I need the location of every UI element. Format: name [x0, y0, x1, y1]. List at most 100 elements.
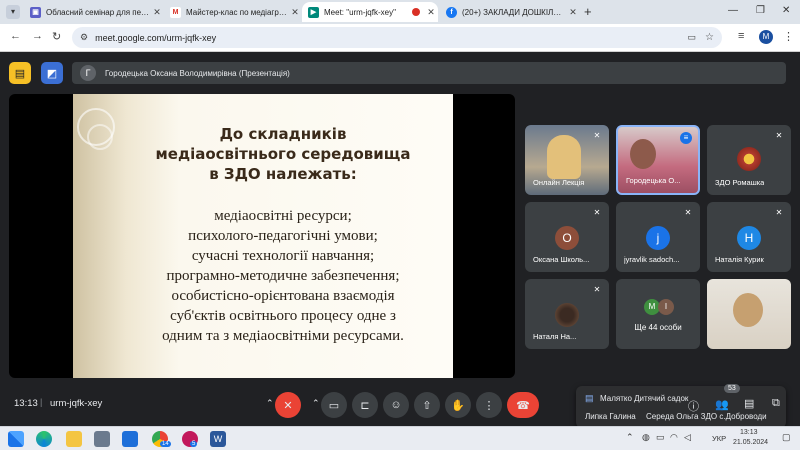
tab-label: (20+) ЗАКЛАДИ ДОШКІЛЬНОЇ	[462, 7, 566, 17]
browser-toolbar: ← → ↻ ⚙ meet.google.com/urm-jqfk-xey ▭ ☆…	[0, 24, 800, 52]
back-icon[interactable]: ←	[10, 30, 21, 42]
participant-tile[interactable]: j ✕ jyravlik sadoch...	[616, 202, 700, 272]
profile-avatar[interactable]: M	[759, 30, 773, 44]
avatar: Г	[80, 65, 96, 81]
wifi-icon[interactable]: ◠	[670, 432, 678, 443]
restore-button[interactable]: ❐	[756, 5, 765, 16]
participant-tile[interactable]: ✕ ЗДО Ромашка	[707, 125, 791, 195]
url-text: meet.google.com/urm-jqfk-xey	[95, 32, 217, 43]
participant-count-badge: 53	[724, 384, 740, 393]
edge-icon[interactable]	[36, 431, 52, 447]
close-icon[interactable]: ✕	[566, 7, 580, 18]
slide-item: психолого-педагогічні умови;	[188, 228, 378, 244]
meeting-code: urm-jqfk-xey	[50, 398, 103, 409]
presenter-bar: Г Городецька Оксана Володимирівна (Презе…	[72, 62, 786, 84]
mic-off-icon: ✕	[593, 208, 601, 217]
divider: |	[40, 397, 43, 407]
minimize-button[interactable]: —	[728, 5, 738, 16]
slide-item: суб'єктів освітнього процесу одне з	[170, 308, 396, 324]
tab-master-class[interactable]: M Майстер-клас по медіаграмотності ✕	[164, 2, 302, 22]
volume-icon[interactable]: ◁	[684, 432, 691, 443]
participant-tile[interactable]: ✕ Наталя На...	[525, 279, 609, 349]
tab-label: Обласний семінар для педагогів	[46, 7, 150, 17]
people-icon[interactable]: 👥	[715, 398, 729, 411]
clock-time[interactable]: 13:13	[740, 429, 758, 436]
site-info-icon[interactable]: ⚙	[80, 32, 88, 43]
language-indicator[interactable]: УКР	[712, 434, 726, 443]
file-explorer-icon[interactable]	[66, 431, 82, 447]
mic-off-icon: ✕	[593, 285, 601, 294]
mic-off-icon: ✕	[775, 131, 783, 140]
presentation-stage[interactable]: До складників медіаосвітнього середовища…	[9, 94, 515, 378]
participant-tile[interactable]: M I Ще 44 особи	[616, 279, 700, 349]
emoji-button[interactable]: ☺	[383, 392, 409, 418]
forward-icon[interactable]: →	[32, 30, 43, 42]
activities-icon[interactable]: ▤	[9, 62, 31, 84]
mic-off-icon: ✕	[775, 208, 783, 217]
bookmark-star-icon[interactable]: ☆	[705, 32, 714, 43]
chevron-up-icon[interactable]: ⌃	[312, 398, 320, 409]
word-icon[interactable]: W	[210, 431, 226, 447]
slide-item: одним та з медіаосвітніми ресурсами.	[162, 328, 404, 344]
presenter-label: Городецька Оксана Володимирівна (Презент…	[105, 68, 290, 78]
avatar: j	[646, 226, 670, 250]
gmail-icon: M	[170, 6, 181, 18]
participant-video	[547, 135, 581, 179]
slide-title-line: медіаосвітнього середовища	[155, 145, 411, 163]
close-icon[interactable]: ✕	[424, 7, 438, 18]
chevron-up-icon[interactable]: ⌃	[266, 398, 274, 409]
slide-title-line: До складників	[219, 125, 347, 143]
teams-icon: ▣	[30, 6, 41, 18]
close-icon[interactable]: ✕	[150, 7, 164, 18]
participant-tile[interactable]	[707, 279, 791, 349]
battery-icon[interactable]: ▭	[656, 432, 665, 443]
cast-icon[interactable]: ▭	[687, 32, 696, 43]
leave-call-button[interactable]: ☎	[507, 392, 539, 418]
window-close-button[interactable]: ✕	[782, 5, 790, 16]
clock-date[interactable]: 21.05.2024	[733, 439, 768, 446]
meet-area: ▤ ◩ Г Городецька Оксана Володимирівна (П…	[0, 52, 800, 428]
browser-tab-strip: ▾ ▣ Обласний семінар для педагогів ✕ M М…	[0, 0, 800, 24]
participant-tile[interactable]: ✕ Онлайн Лекція	[525, 125, 609, 195]
chrome-badge: 14	[160, 441, 171, 447]
profile-photo	[555, 303, 579, 327]
tab-seminar[interactable]: ▣ Обласний семінар для педагогів ✕	[24, 2, 164, 22]
participant-tile[interactable]: О ✕ Оксана Школь...	[525, 202, 609, 272]
media-control-icon[interactable]: ≡	[738, 30, 744, 42]
tab-search-icon[interactable]: ▾	[6, 5, 20, 19]
avatar: I	[658, 299, 674, 315]
new-tab-button[interactable]: +	[584, 4, 592, 19]
slide-item: медіаосвітні ресурси;	[214, 208, 352, 224]
menu-icon[interactable]: ⋮	[783, 30, 794, 43]
tab-meet[interactable]: ▶ Meet: "urm-jqfk-xey" ✕	[302, 2, 438, 22]
address-bar[interactable]: ⚙ meet.google.com/urm-jqfk-xey ▭ ☆	[72, 27, 722, 48]
store-icon[interactable]	[94, 431, 110, 447]
close-icon[interactable]: ✕	[288, 7, 302, 18]
notifications-icon[interactable]: ▢	[782, 432, 791, 443]
activities-icon[interactable]: ⧉	[772, 397, 780, 410]
chevron-up-icon[interactable]: ⌃	[626, 432, 634, 443]
tab-label: Майстер-клас по медіаграмотності	[186, 7, 288, 17]
ромашка-logo-icon	[737, 147, 761, 171]
tab-facebook[interactable]: f (20+) ЗАКЛАДИ ДОШКІЛЬНОЇ ✕	[440, 2, 580, 22]
participant-video	[733, 293, 763, 327]
present-button[interactable]: ⇧	[414, 392, 440, 418]
participant-tile[interactable]: Н ✕ Наталія Курик	[707, 202, 791, 272]
raise-hand-button[interactable]: ✋	[445, 392, 471, 418]
slide: До складників медіаосвітнього середовища…	[73, 94, 453, 378]
participant-tile[interactable]: ≡ Городецька О...	[616, 125, 700, 195]
network-icon[interactable]: ◍	[642, 432, 650, 443]
more-options-button[interactable]: ⋮	[476, 392, 502, 418]
avatar: О	[555, 226, 579, 250]
chat-icon[interactable]: ▤	[744, 397, 754, 410]
mic-button[interactable]: ✕	[275, 392, 301, 418]
slide-item: особистісно-орієнтована взаємодія	[171, 288, 395, 304]
camera-button[interactable]: ▭	[321, 392, 347, 418]
captions-button[interactable]: ⊏	[352, 392, 378, 418]
mic-off-icon: ✕	[593, 131, 601, 140]
info-icon[interactable]: ⓘ	[688, 398, 699, 414]
mail-icon[interactable]	[122, 431, 138, 447]
reload-icon[interactable]: ↻	[52, 30, 61, 43]
windows-start-icon[interactable]	[8, 431, 24, 447]
layout-icon[interactable]: ◩	[41, 62, 63, 84]
